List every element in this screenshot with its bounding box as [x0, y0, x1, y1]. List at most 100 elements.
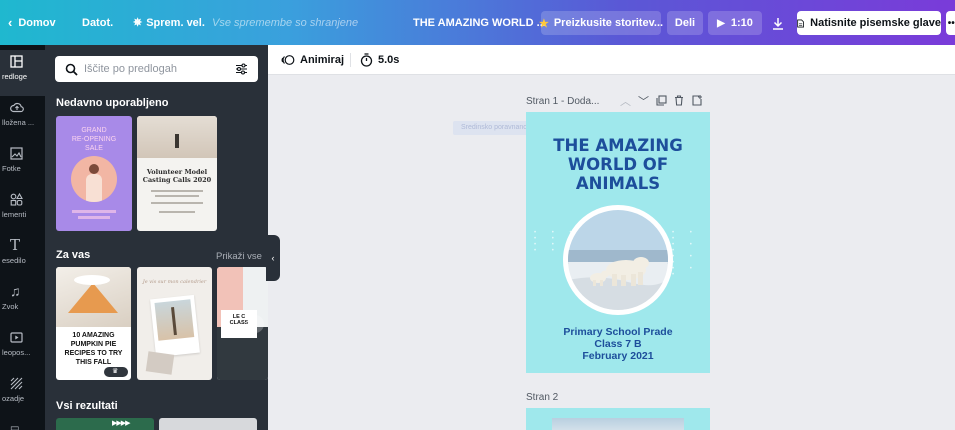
- template-thumb-grand-reopening[interactable]: GRAND RE-OPENING SALE: [56, 116, 132, 231]
- top-bar: ‹ Domov Datot. ✵ Sprem. vel. Vse spremem…: [0, 0, 955, 45]
- rail-label-elements: lementi: [2, 210, 27, 219]
- polar-bear-photo-frame[interactable]: [563, 205, 673, 315]
- more-options-button[interactable]: •••: [946, 11, 955, 35]
- file-label: Datot.: [82, 16, 114, 29]
- pro-crown-badge: ♛: [104, 367, 128, 377]
- present-button[interactable]: ▶ 1:10: [708, 11, 762, 35]
- template-search-box[interactable]: Iščite po predlogah: [55, 56, 258, 82]
- try-pro-button[interactable]: ★ Preizkusite storitev...: [538, 11, 664, 35]
- rail-label-uploads: lložena ...: [2, 118, 35, 127]
- recently-used-title: Nedavno uporabljeno: [56, 97, 169, 109]
- rail-photos[interactable]: Fotke: [0, 142, 45, 188]
- page-1-header: Stran 1 - Doda... ︿ ﹀: [526, 93, 710, 109]
- rail-label-templates: redloge: [2, 72, 28, 81]
- animate-label: Animiraj: [300, 54, 345, 66]
- resize-label: Sprem. vel.: [146, 16, 205, 29]
- result-thumb-2[interactable]: [159, 418, 257, 430]
- chevron-right-icon: ›: [253, 318, 257, 330]
- rail-text[interactable]: T esedilo: [0, 234, 45, 280]
- rail-label-text: esedilo: [2, 256, 26, 265]
- sparkle-icon: ✵: [133, 17, 143, 29]
- rail-background[interactable]: ozadje: [0, 372, 45, 418]
- for-you-title: Za vas: [56, 249, 91, 261]
- download-icon: [773, 17, 783, 30]
- page-2-title[interactable]: Stran 2: [526, 392, 558, 403]
- duration-button[interactable]: 5.0s: [360, 45, 399, 75]
- rail-video[interactable]: leopos...: [0, 326, 45, 372]
- uploads-icon: [0, 96, 45, 118]
- model-photo: [71, 156, 117, 202]
- template-thumb-volunteer-model[interactable]: Volunteer Model Casting Calls 2020: [137, 116, 217, 231]
- template-thumb-calendar[interactable]: Je vis sur mon calendrier: [137, 267, 212, 380]
- template-thumb-pumpkin-pie[interactable]: 10 AMAZING PUMPKIN PIE RECIPES TO TRY TH…: [56, 267, 131, 380]
- print-letterhead-button[interactable]: Natisnite pisemske glave: [797, 11, 941, 35]
- search-input[interactable]: Iščite po predlogah: [84, 63, 177, 75]
- toolbar-divider: [350, 53, 351, 67]
- crown-icon: ★: [538, 17, 549, 30]
- resize-button[interactable]: ✵ Sprem. vel.: [133, 0, 205, 45]
- result-thumb-1[interactable]: ▶▶▶▶: [56, 418, 154, 430]
- chevron-left-icon: ‹: [8, 15, 13, 30]
- rail-label-photos: Fotke: [2, 164, 21, 173]
- thumb-text: Je vis sur mon calendrier: [142, 279, 207, 285]
- animate-icon: [281, 55, 295, 65]
- editor-toolbar: Animiraj 5.0s: [268, 45, 955, 75]
- download-button[interactable]: [766, 11, 790, 35]
- polar-bear-photo: [568, 210, 668, 310]
- video-icon: [0, 326, 45, 348]
- see-all-link[interactable]: Prikaži vse: [216, 251, 262, 262]
- beach-photo: [137, 116, 217, 158]
- filter-icon[interactable]: [235, 63, 248, 75]
- design-page-2[interactable]: [526, 408, 710, 430]
- icon-rail: redloge lložena ... Fotke lementi T esed…: [0, 45, 45, 430]
- elements-icon: [0, 188, 45, 210]
- thumb-text: GRAND RE-OPENING SALE: [71, 127, 117, 152]
- duration-label: 5.0s: [378, 54, 400, 66]
- delete-page-icon[interactable]: [674, 95, 684, 106]
- page-heading[interactable]: THE AMAZING WORLD OF ANIMALS: [526, 136, 710, 193]
- collapse-panel-button[interactable]: ‹: [266, 235, 280, 281]
- thumb-text: 10 AMAZING PUMPKIN PIE RECIPES TO TRY TH…: [64, 332, 123, 366]
- heading-line-1: THE AMAZING: [553, 136, 683, 155]
- page-footer-text[interactable]: Primary School Prade Class 7 B February …: [526, 326, 710, 362]
- heading-line-3: ANIMALS: [575, 174, 661, 193]
- rail-label-background: ozadje: [2, 394, 25, 403]
- rail-folders[interactable]: ▭: [0, 418, 45, 430]
- rail-label-audio: Zvok: [2, 302, 19, 311]
- search-icon: [65, 63, 78, 76]
- design-page-1[interactable]: THE AMAZING WORLD OF ANIMALS • • • • • • •…: [526, 112, 710, 373]
- share-label: Deli: [674, 17, 696, 29]
- document-title[interactable]: THE AMAZING WORLD ...: [413, 0, 546, 45]
- text-icon: T: [10, 236, 21, 254]
- chevron-left-icon: ‹: [271, 253, 275, 263]
- templates-icon: [0, 50, 45, 72]
- rail-audio[interactable]: ♫ Zvok: [0, 280, 45, 326]
- page-1-title[interactable]: Stran 1 - Doda...: [526, 96, 599, 107]
- page-2-photo: [552, 418, 684, 430]
- rail-elements[interactable]: lementi: [0, 188, 45, 234]
- play-time: 1:10: [730, 17, 753, 29]
- carousel-next-button[interactable]: ›: [246, 315, 264, 333]
- play-icon: ▶: [717, 17, 725, 29]
- heading-line-2: WORLD OF: [567, 155, 669, 174]
- try-pro-label: Preizkusite storitev...: [553, 17, 664, 29]
- rail-uploads[interactable]: lložena ...: [0, 96, 45, 142]
- footer-line-2: Class 7 B: [594, 338, 642, 350]
- home-label: Domov: [18, 16, 56, 29]
- file-menu-button[interactable]: Datot.: [82, 0, 113, 45]
- all-results-title: Vsi rezultati: [56, 400, 118, 412]
- crown-icon: ♛: [112, 368, 119, 375]
- footer-line-3: February 2021: [582, 350, 654, 362]
- chevron-up-icon[interactable]: ︿: [620, 93, 631, 109]
- footer-line-1: Primary School Prade: [563, 326, 673, 338]
- dot-pattern-right: • • • • • • • • • • • •: [672, 230, 699, 278]
- add-page-icon[interactable]: [692, 94, 703, 106]
- animate-button[interactable]: Animiraj: [281, 45, 344, 75]
- polaroid-photo: [150, 294, 200, 358]
- chevron-down-icon[interactable]: ﹀: [638, 93, 649, 109]
- share-button[interactable]: Deli: [667, 11, 703, 35]
- duplicate-page-icon[interactable]: [656, 95, 667, 106]
- timer-icon: [360, 53, 373, 67]
- rail-templates[interactable]: redloge: [0, 50, 45, 96]
- home-button[interactable]: ‹ Domov: [8, 0, 56, 45]
